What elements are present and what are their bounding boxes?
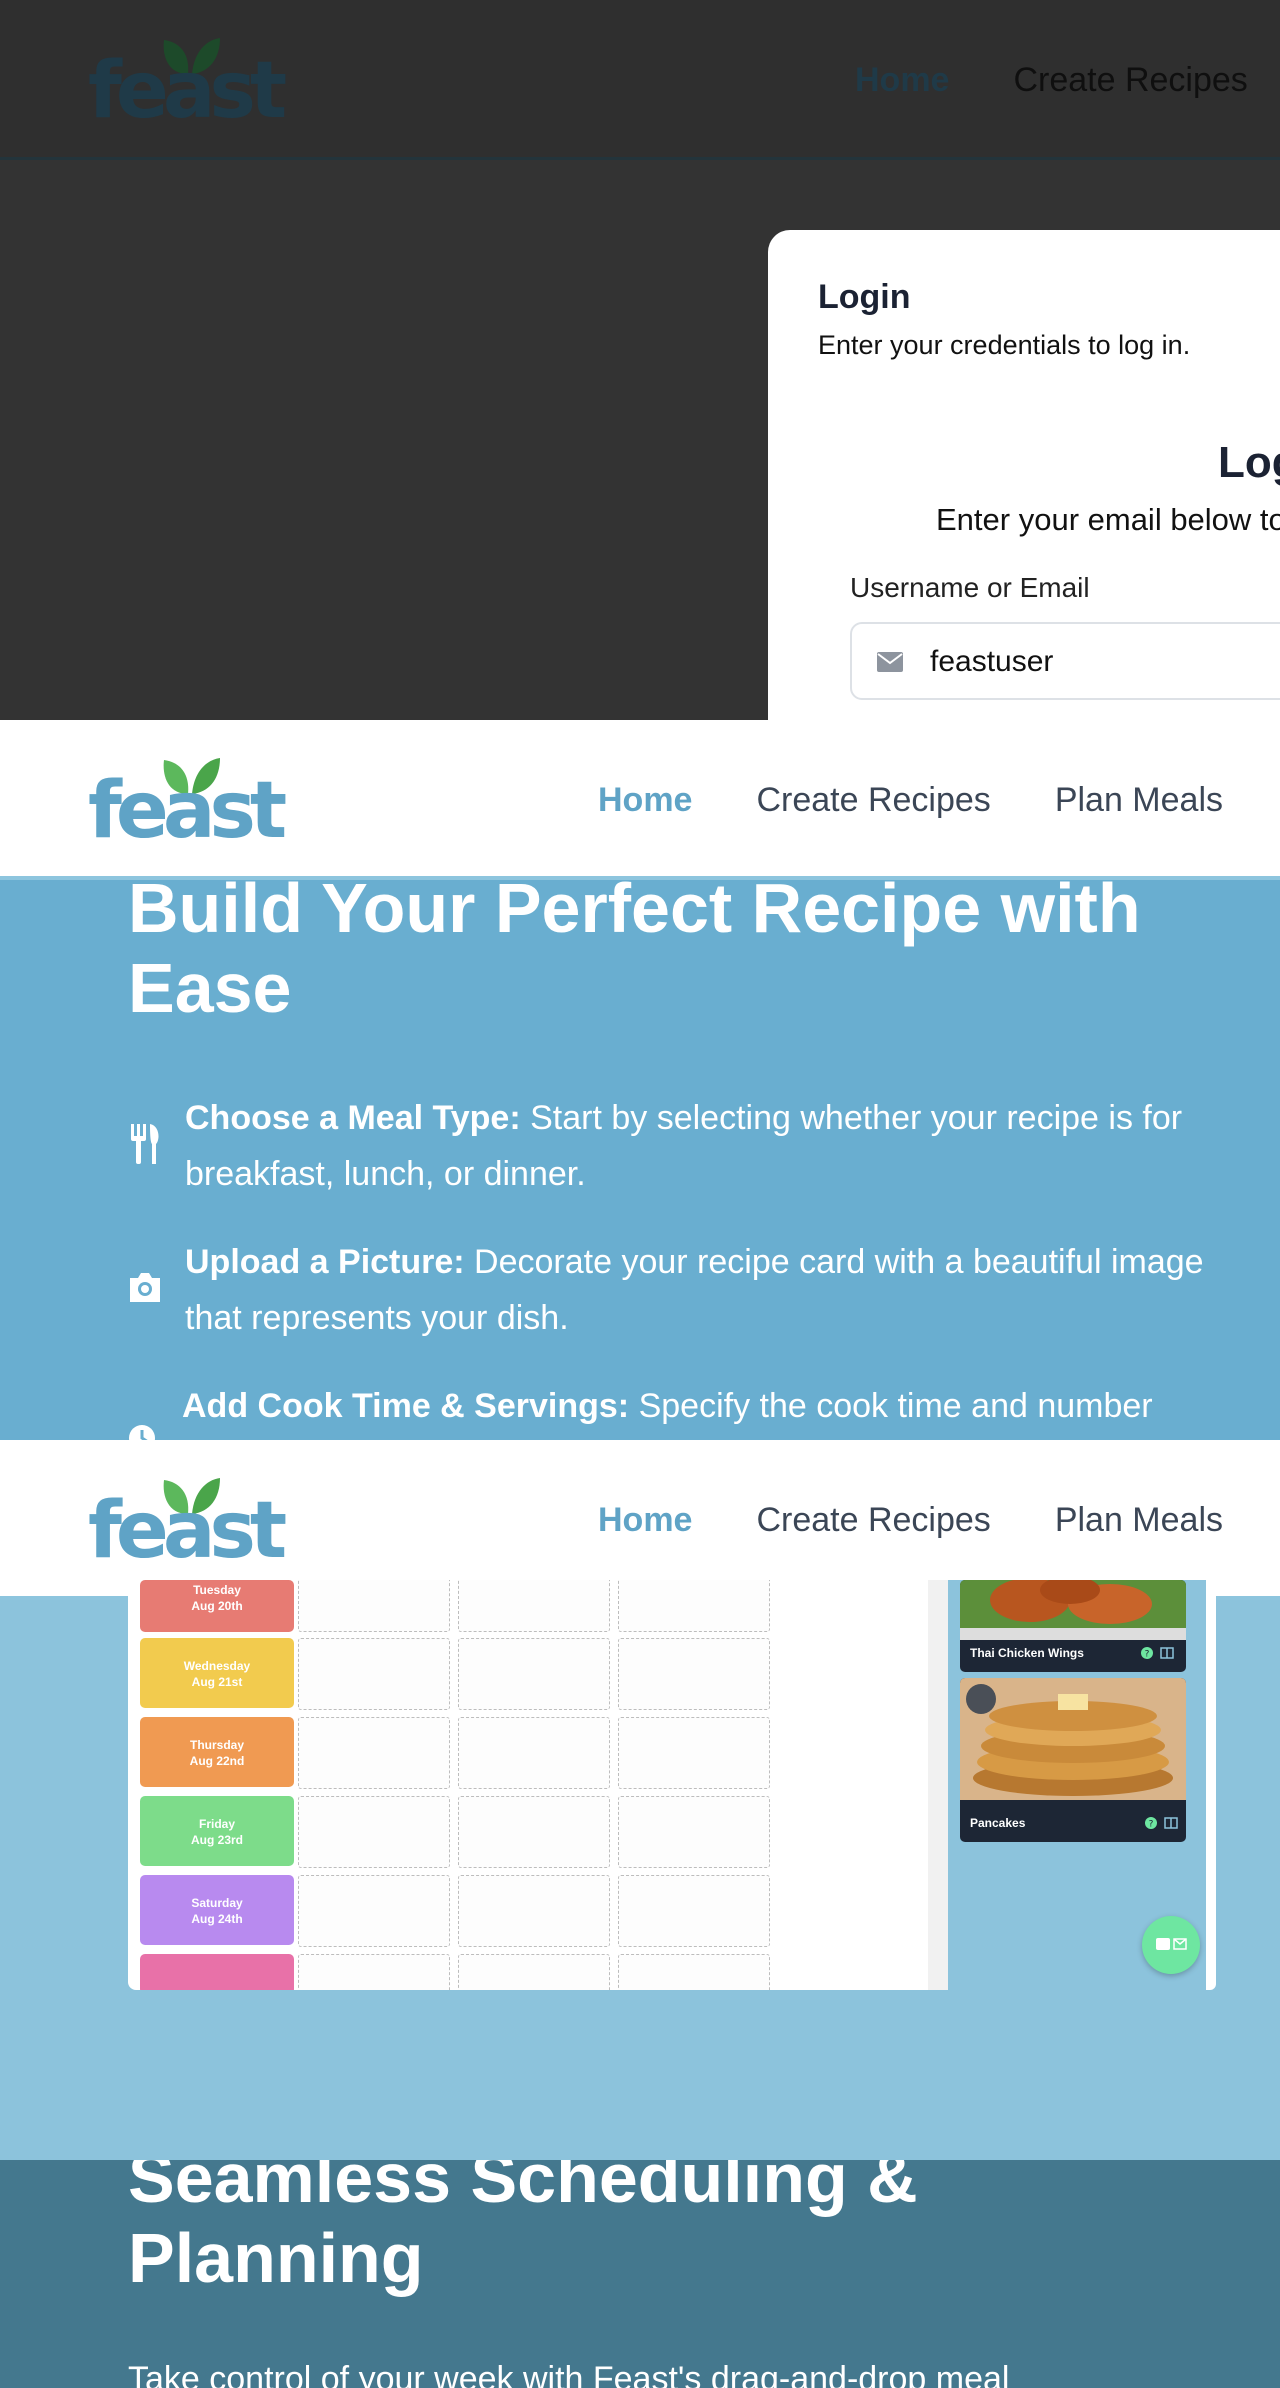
nav-home[interactable]: Home — [598, 781, 692, 820]
login-form-title: Login — [1218, 438, 1280, 487]
day-saturday: Saturday Aug 24th — [140, 1875, 294, 1945]
feature-text: Add Cook Time & Servings: Specify the co… — [182, 1387, 1153, 1425]
feast-logo[interactable]: feast — [88, 758, 287, 850]
recipe-builder-panel: feast Home Create Recipes Plan Meals Bui… — [0, 720, 1280, 1440]
utensils-icon — [131, 1124, 159, 1164]
navbar: feast Home Create Recipes Plan Meals — [0, 1440, 1280, 1600]
recipe-card[interactable]: Thai Chicken Wings ? — [960, 1580, 1186, 1672]
help-icon[interactable]: ? — [1144, 1816, 1158, 1830]
meal-slot[interactable] — [298, 1717, 450, 1789]
meal-slot[interactable] — [298, 1875, 450, 1947]
meal-slot[interactable] — [618, 1638, 770, 1710]
username-label: Username or Email — [850, 572, 1090, 603]
meal-slot[interactable] — [618, 1580, 770, 1632]
nav-create-recipes[interactable]: Create Recipes — [1013, 61, 1247, 100]
nav-links: Home Create Recipes — [855, 0, 1280, 160]
schedule-section-text: Take control of your week with Feast's d… — [128, 2360, 1010, 2388]
meal-slot[interactable] — [618, 1717, 770, 1789]
meal-slot[interactable] — [458, 1954, 610, 1990]
meal-slot[interactable] — [618, 1954, 770, 1990]
meal-slot[interactable] — [618, 1875, 770, 1947]
recipe-card[interactable]: Pancakes ? — [960, 1678, 1186, 1842]
recipe-image — [960, 1580, 1186, 1640]
navbar: feast Home Create Recipes — [0, 0, 1280, 160]
feast-logo[interactable]: feast — [88, 1478, 287, 1570]
recipe-name: Pancakes — [970, 1816, 1026, 1830]
meal-slot[interactable] — [458, 1717, 610, 1789]
nav-plan-meals[interactable]: Plan Meals — [1055, 781, 1223, 820]
meal-planner-panel: feast Home Create Recipes Plan Meals Tue… — [0, 1440, 1280, 2160]
planner-edge — [1206, 1580, 1216, 1990]
username-field[interactable] — [850, 622, 1280, 700]
modal-description: Enter your credentials to log in. — [818, 330, 1191, 360]
meal-type-badge — [966, 1684, 996, 1714]
feature-text: Upload a Picture: Decorate your recipe c… — [185, 1243, 1204, 1337]
nav-create-recipes[interactable]: Create Recipes — [756, 781, 990, 820]
nav-links: Home Create Recipes Plan Meals — [598, 1440, 1280, 1600]
panel-divider — [928, 1580, 950, 1990]
nav-links: Home Create Recipes Plan Meals — [598, 720, 1280, 880]
mail-icon — [877, 652, 903, 672]
meal-planner-screenshot: Tuesday Aug 20th Wednesday Aug 21st Thursd… — [128, 1580, 1216, 1990]
meal-slot[interactable] — [298, 1638, 450, 1710]
chat-fab-button[interactable] — [1142, 1916, 1200, 1974]
meal-slot[interactable] — [458, 1580, 610, 1632]
nav-plan-meals[interactable]: Plan Meals — [1055, 1501, 1223, 1540]
camera-icon — [130, 1273, 160, 1302]
recipe-section-title: Build Your Perfect Recipe with Ease — [128, 869, 1141, 1027]
day-tuesday: Tuesday Aug 20th — [140, 1580, 294, 1632]
day-wednesday: Wednesday Aug 21st — [140, 1638, 294, 1708]
meal-slot[interactable] — [298, 1954, 450, 1990]
scheduling-panel: Seamless Scheduling & Planning Take cont… — [0, 2160, 1280, 2388]
meal-slot[interactable] — [618, 1796, 770, 1868]
nav-create-recipes[interactable]: Create Recipes — [756, 1501, 990, 1540]
modal-title: Login — [818, 278, 911, 316]
clock-icon — [129, 1425, 155, 1440]
book-icon[interactable] — [1164, 1816, 1178, 1830]
recipe-name: Thai Chicken Wings — [970, 1646, 1084, 1660]
nav-home[interactable]: Home — [855, 61, 949, 100]
login-form-description: Enter your email below to login to your … — [936, 502, 1280, 537]
meal-slot[interactable] — [458, 1875, 610, 1947]
meal-slot[interactable] — [298, 1796, 450, 1868]
schedule-section-title: Seamless Scheduling & Planning — [128, 2160, 918, 2297]
meal-slot[interactable] — [458, 1638, 610, 1710]
meal-slot[interactable] — [298, 1580, 450, 1632]
help-icon[interactable]: ? — [1140, 1646, 1154, 1660]
feast-logo[interactable]: feast — [88, 38, 287, 130]
nav-home[interactable]: Home — [598, 1501, 692, 1540]
navbar: feast Home Create Recipes Plan Meals — [0, 720, 1280, 880]
username-input[interactable] — [930, 638, 1280, 686]
book-icon[interactable] — [1160, 1646, 1174, 1660]
svg-text:?: ? — [1149, 1820, 1154, 1830]
login-screen-panel: feast Home Create Recipes Login Enter yo… — [0, 0, 1280, 720]
chat-icon — [1156, 1938, 1187, 1950]
svg-text:?: ? — [1145, 1650, 1150, 1660]
day-sunday-partial — [140, 1954, 294, 1990]
meal-slot[interactable] — [458, 1796, 610, 1868]
day-friday: Friday Aug 23rd — [140, 1796, 294, 1866]
feature-text: Choose a Meal Type: Start by selecting w… — [185, 1099, 1183, 1193]
login-modal: Login Enter your credentials to log in. … — [768, 230, 1280, 720]
day-thursday: Thursday Aug 22nd — [140, 1717, 294, 1787]
